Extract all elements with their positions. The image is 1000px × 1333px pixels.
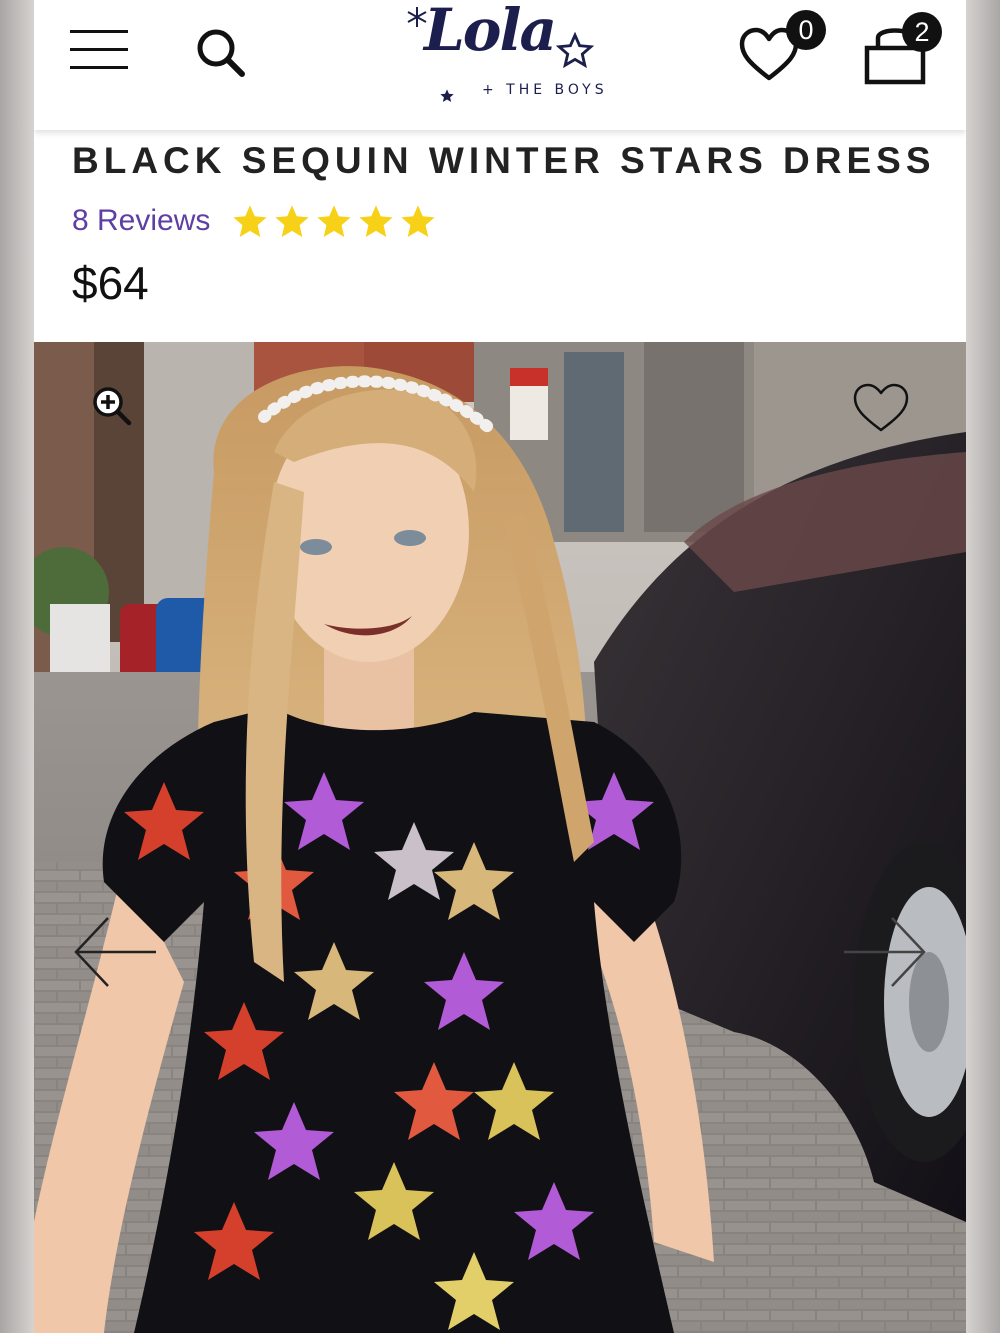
arrow-right-icon [844, 917, 926, 987]
heart-outline-icon [853, 383, 909, 432]
photo-favorite-button[interactable] [852, 382, 910, 434]
product-title: BLACK SEQUIN WINTER STARS DRESS [72, 140, 936, 181]
star-icon [233, 205, 267, 238]
zoom-button[interactable] [92, 386, 132, 426]
star-icon [317, 205, 351, 238]
logo-small-star-icon [440, 89, 454, 102]
search-icon [197, 29, 245, 77]
logo-outline-star-icon [556, 32, 594, 69]
product-photo-illustration [34, 342, 966, 1333]
cart-button[interactable]: 2 [860, 12, 956, 88]
menu-icon-bar [70, 48, 128, 51]
cart-count-badge: 2 [902, 12, 942, 52]
product-image[interactable] [34, 342, 966, 1333]
brand-logo[interactable]: Lola + THE BOYS [404, 0, 604, 112]
menu-button[interactable] [70, 28, 128, 72]
menu-icon-bar [70, 66, 128, 69]
star-icon [275, 205, 309, 238]
logo-text: Lola [424, 0, 557, 64]
wishlist-button[interactable]: 0 [738, 10, 826, 86]
product-page: Lola + THE BOYS 0 2 BLACK SEQUIN WINTER [34, 0, 966, 1333]
zoom-in-icon [93, 387, 132, 426]
arrow-left-icon [74, 917, 156, 987]
next-image-button[interactable] [842, 914, 928, 990]
star-icon [359, 205, 393, 238]
search-button[interactable] [194, 26, 248, 80]
site-header: Lola + THE BOYS 0 2 [34, 0, 966, 130]
rating-stars[interactable] [231, 203, 437, 243]
star-icon [401, 205, 435, 238]
logo-subtitle: + THE BOYS [482, 82, 608, 98]
previous-image-button[interactable] [72, 914, 158, 990]
wishlist-count-badge: 0 [786, 10, 826, 50]
reviews-link[interactable]: 8 Reviews [72, 204, 210, 238]
menu-icon-bar [70, 30, 128, 33]
product-price: $64 [72, 257, 149, 309]
